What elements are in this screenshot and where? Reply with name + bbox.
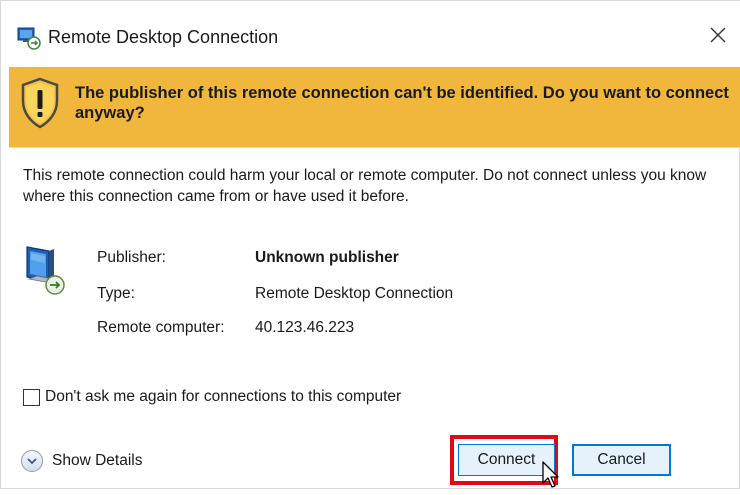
publisher-label: Publisher: (97, 249, 166, 266)
checkbox-label: Don't ask me again for connections to th… (45, 388, 402, 405)
mouse-pointer-icon (541, 461, 561, 490)
remote-computer-icon (23, 241, 69, 297)
banner-divider (9, 147, 740, 148)
type-label: Type: (97, 285, 135, 302)
publisher-value: Unknown publisher (255, 249, 399, 266)
chevron-down-icon[interactable] (21, 450, 43, 472)
window-title: Remote Desktop Connection (48, 27, 279, 47)
close-icon (709, 26, 727, 49)
remote-desktop-icon (17, 25, 43, 51)
warning-message: This remote connection could harm your l… (23, 167, 707, 205)
warning-shield-icon (20, 77, 60, 129)
remote-computer-label: Remote computer: (97, 319, 225, 336)
remote-desktop-dialog: Remote Desktop Connection The publisher … (0, 0, 740, 489)
warning-banner: The publisher of this remote connection … (9, 67, 740, 147)
show-details-label: Show Details (52, 452, 143, 469)
dont-ask-again-checkbox[interactable]: Don't ask me again for connections to th… (23, 386, 401, 408)
checkbox-box[interactable] (23, 388, 40, 406)
title-bar: Remote Desktop Connection (1, 1, 740, 67)
banner-message: The publisher of this remote connection … (75, 84, 729, 122)
show-details-toggle[interactable]: Show Details (21, 449, 142, 473)
remote-computer-value: 40.123.46.223 (255, 319, 355, 336)
cancel-button[interactable]: Cancel (572, 444, 671, 476)
type-value: Remote Desktop Connection (255, 285, 454, 302)
close-button[interactable] (695, 17, 740, 57)
